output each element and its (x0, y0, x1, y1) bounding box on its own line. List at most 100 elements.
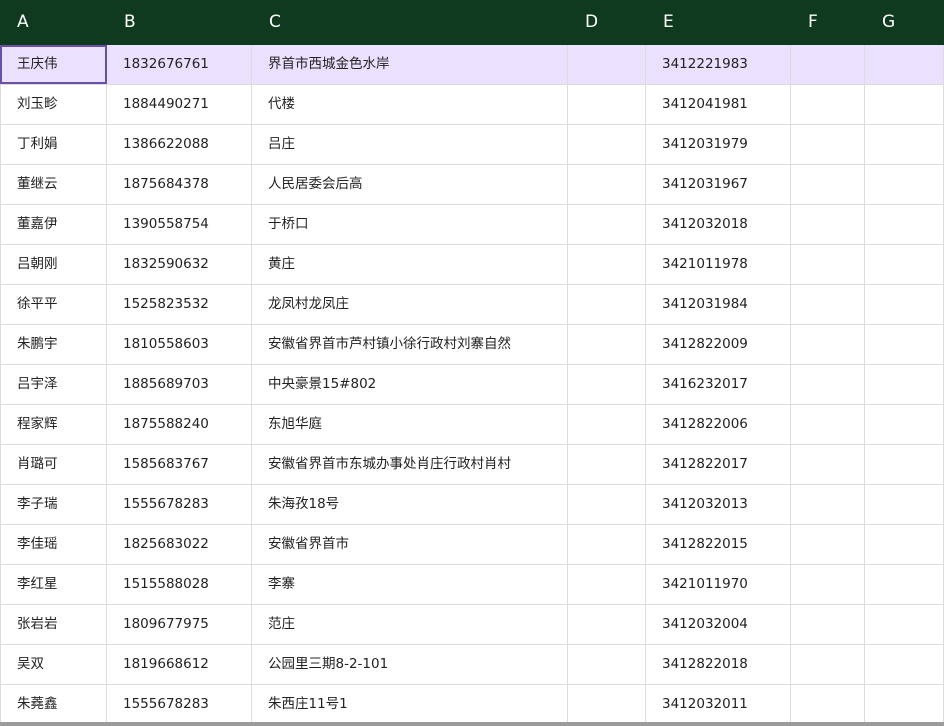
cell-d[interactable] (568, 525, 646, 564)
cell-d[interactable] (568, 165, 646, 204)
cell-a[interactable]: 李佳瑶 (0, 525, 107, 564)
cell-f[interactable] (791, 405, 865, 444)
cell-g[interactable] (865, 485, 944, 524)
cell-f[interactable] (791, 365, 865, 404)
cell-b[interactable]: 1875684378 (107, 165, 252, 204)
cell-d[interactable] (568, 405, 646, 444)
cell-a[interactable]: 丁利娟 (0, 125, 107, 164)
cell-a[interactable]: 李子瑞 (0, 485, 107, 524)
column-header-f[interactable]: F (791, 0, 865, 45)
cell-e[interactable]: 3412822009 (646, 325, 791, 364)
cell-b[interactable]: 1832676761 (107, 45, 252, 84)
cell-c[interactable]: 于桥口 (252, 205, 568, 244)
cell-c[interactable]: 安徽省界首市 (252, 525, 568, 564)
cell-c[interactable]: 人民居委会后高 (252, 165, 568, 204)
cell-a[interactable]: 程家辉 (0, 405, 107, 444)
cell-a[interactable]: 肖璐可 (0, 445, 107, 484)
cell-c[interactable]: 朱海孜18号 (252, 485, 568, 524)
cell-d[interactable] (568, 645, 646, 684)
cell-e[interactable]: 3412822006 (646, 405, 791, 444)
cell-f[interactable] (791, 85, 865, 124)
cell-c[interactable]: 中央豪景15#802 (252, 365, 568, 404)
cell-b[interactable]: 1390558754 (107, 205, 252, 244)
cell-c[interactable]: 代楼 (252, 85, 568, 124)
cell-e[interactable]: 3412822018 (646, 645, 791, 684)
cell-g[interactable] (865, 365, 944, 404)
cell-b[interactable]: 1809677975 (107, 605, 252, 644)
cell-b[interactable]: 1875588240 (107, 405, 252, 444)
cell-d[interactable] (568, 285, 646, 324)
cell-a[interactable]: 朱鹏宇 (0, 325, 107, 364)
cell-b[interactable]: 1585683767 (107, 445, 252, 484)
cell-f[interactable] (791, 125, 865, 164)
cell-g[interactable] (865, 405, 944, 444)
cell-a[interactable]: 李红星 (0, 565, 107, 604)
cell-c[interactable]: 龙凤村龙凤庄 (252, 285, 568, 324)
cell-f[interactable] (791, 605, 865, 644)
cell-a[interactable]: 董嘉伊 (0, 205, 107, 244)
cell-d[interactable] (568, 685, 646, 724)
cell-a[interactable]: 朱蕘鑫 (0, 685, 107, 724)
cell-c[interactable]: 东旭华庭 (252, 405, 568, 444)
cell-d[interactable] (568, 365, 646, 404)
cell-e[interactable]: 3421011978 (646, 245, 791, 284)
cell-f[interactable] (791, 165, 865, 204)
cell-f[interactable] (791, 245, 865, 284)
cell-e[interactable]: 3416232017 (646, 365, 791, 404)
column-header-e[interactable]: E (646, 0, 791, 45)
cell-b[interactable]: 1825683022 (107, 525, 252, 564)
column-header-a[interactable]: A (0, 0, 107, 45)
cell-a[interactable]: 张岩岩 (0, 605, 107, 644)
cell-d[interactable] (568, 485, 646, 524)
cell-g[interactable] (865, 85, 944, 124)
cell-d[interactable] (568, 85, 646, 124)
cell-e[interactable]: 3412221983 (646, 45, 791, 84)
cell-a[interactable]: 吕朝刚 (0, 245, 107, 284)
cell-d[interactable] (568, 205, 646, 244)
cell-c[interactable]: 吕庄 (252, 125, 568, 164)
cell-b[interactable]: 1555678283 (107, 485, 252, 524)
cell-e[interactable]: 3412032013 (646, 485, 791, 524)
cell-b[interactable]: 1810558603 (107, 325, 252, 364)
cell-b[interactable]: 1515588028 (107, 565, 252, 604)
cell-f[interactable] (791, 285, 865, 324)
cell-d[interactable] (568, 45, 646, 84)
cell-g[interactable] (865, 205, 944, 244)
cell-g[interactable] (865, 605, 944, 644)
cell-a[interactable]: 吕宇泽 (0, 365, 107, 404)
cell-g[interactable] (865, 645, 944, 684)
cell-a[interactable]: 刘玉畛 (0, 85, 107, 124)
cell-c[interactable]: 朱西庄11号1 (252, 685, 568, 724)
cell-g[interactable] (865, 45, 944, 84)
cell-g[interactable] (865, 285, 944, 324)
cell-e[interactable]: 3412822015 (646, 525, 791, 564)
cell-b[interactable]: 1885689703 (107, 365, 252, 404)
cell-g[interactable] (865, 165, 944, 204)
cell-b[interactable]: 1884490271 (107, 85, 252, 124)
column-header-d[interactable]: D (568, 0, 646, 45)
cell-a[interactable]: 吴双 (0, 645, 107, 684)
cell-g[interactable] (865, 245, 944, 284)
cell-d[interactable] (568, 325, 646, 364)
cell-g[interactable] (865, 565, 944, 604)
cell-f[interactable] (791, 445, 865, 484)
cell-e[interactable]: 3412031967 (646, 165, 791, 204)
cell-a[interactable]: 董继云 (0, 165, 107, 204)
cell-f[interactable] (791, 685, 865, 724)
cell-b[interactable]: 1525823532 (107, 285, 252, 324)
column-header-b[interactable]: B (107, 0, 252, 45)
cell-c[interactable]: 范庄 (252, 605, 568, 644)
cell-e[interactable]: 3412041981 (646, 85, 791, 124)
cell-f[interactable] (791, 45, 865, 84)
cell-b[interactable]: 1819668612 (107, 645, 252, 684)
cell-g[interactable] (865, 445, 944, 484)
cell-d[interactable] (568, 245, 646, 284)
cell-a[interactable]: 徐平平 (0, 285, 107, 324)
cell-e[interactable]: 3412822017 (646, 445, 791, 484)
cell-b[interactable]: 1555678283 (107, 685, 252, 724)
cell-e[interactable]: 3421011970 (646, 565, 791, 604)
cell-e[interactable]: 3412031984 (646, 285, 791, 324)
cell-f[interactable] (791, 485, 865, 524)
cell-c[interactable]: 安徽省界首市东城办事处肖庄行政村肖村 (252, 445, 568, 484)
cell-g[interactable] (865, 525, 944, 564)
